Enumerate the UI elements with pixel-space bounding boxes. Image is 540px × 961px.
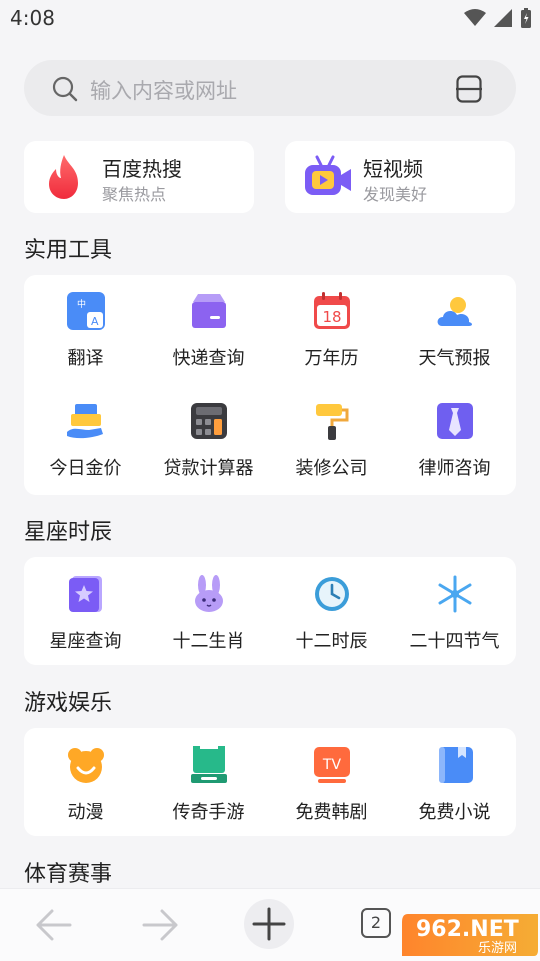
quick-subtitle: 聚焦热点 [102, 185, 167, 204]
tool-label: 装修公司 [295, 458, 368, 479]
search-input[interactable]: 输入内容或网址 [90, 75, 237, 105]
paint-roller-icon [316, 404, 349, 440]
quick-subtitle: 发现美好 [363, 185, 428, 204]
new-tab-button[interactable] [244, 899, 294, 949]
tool-label: 免费小说 [418, 802, 491, 823]
tool-label: 翻译 [67, 348, 104, 369]
tv-badge: TV [322, 757, 342, 773]
tab-count-button[interactable]: 2 [361, 908, 391, 938]
tool-label: 快递查询 [172, 348, 245, 369]
quick-title: 百度热搜 [102, 157, 182, 181]
tool-korean-drama[interactable]: TV 免费韩剧 [270, 746, 393, 846]
status-bar: 4:08 [0, 0, 540, 36]
tool-twelve-hours[interactable]: 十二时辰 [270, 575, 393, 675]
forward-arrow-icon[interactable] [142, 908, 178, 942]
calendar-day: 18 [322, 308, 341, 326]
video-camera-icon [305, 155, 351, 195]
tool-lawyer[interactable]: 律师咨询 [393, 402, 516, 502]
tool-label: 今日金价 [49, 458, 122, 479]
scan-icon[interactable] [456, 75, 482, 103]
games-card: 动漫 传奇手游 TV 免费韩剧 免费小说 [24, 728, 516, 836]
translate-icon: 中 A [67, 292, 105, 330]
search-icon [52, 76, 78, 102]
tool-express[interactable]: 快递查询 [147, 292, 270, 392]
tool-label: 律师咨询 [418, 458, 491, 479]
gold-icon [67, 404, 103, 439]
tool-decoration[interactable]: 装修公司 [270, 402, 393, 502]
tool-gold-price[interactable]: 今日金价 [24, 402, 147, 502]
tool-constellation[interactable]: 星座查询 [24, 575, 147, 675]
game-controller-icon [191, 746, 227, 783]
section-title-tools: 实用工具 [24, 238, 113, 263]
status-time: 4:08 [10, 6, 55, 30]
bear-face-icon [68, 748, 104, 783]
tool-loan-calculator[interactable]: 贷款计算器 [147, 402, 270, 502]
battery-icon [521, 8, 531, 28]
svg-text:A: A [91, 315, 99, 328]
weather-icon [437, 297, 472, 326]
tie-icon [437, 403, 473, 439]
tool-solar-terms[interactable]: 二十四节气 [393, 575, 516, 675]
tv-icon: TV [314, 747, 350, 783]
section-title-sports: 体育赛事 [24, 862, 113, 887]
tool-label: 动漫 [67, 802, 104, 823]
rabbit-icon [195, 575, 223, 612]
watermark-logo: 962.NET 乐游网 [402, 914, 538, 956]
baidu-hot-search-card[interactable]: 百度热搜 聚焦热点 [24, 141, 254, 213]
section-title-games: 游戏娱乐 [24, 691, 113, 716]
tool-label: 传奇手游 [172, 802, 245, 823]
wifi-icon [464, 9, 486, 26]
horoscope-card: 星座查询 十二生肖 十二时辰 二十四节气 [24, 557, 516, 665]
svg-text:中: 中 [77, 298, 86, 310]
back-arrow-icon[interactable] [36, 908, 72, 942]
tools-card: 中 A 翻译 快递查询 18 万年历 天气预报 今日金价 贷款计算器 装修公司 … [24, 275, 516, 495]
tool-label: 天气预报 [418, 348, 491, 369]
tool-label: 贷款计算器 [163, 458, 254, 479]
system-icons [464, 8, 532, 28]
tool-calendar[interactable]: 18 万年历 [270, 292, 393, 392]
calendar-icon: 18 [314, 292, 350, 329]
tool-free-novel[interactable]: 免费小说 [393, 746, 516, 846]
tool-label: 十二时辰 [295, 631, 368, 652]
tool-label: 万年历 [304, 348, 359, 369]
tool-legend-game[interactable]: 传奇手游 [147, 746, 270, 846]
tool-label: 免费韩剧 [295, 802, 368, 823]
tool-translate[interactable]: 中 A 翻译 [24, 292, 147, 392]
short-video-card[interactable]: 短视频 发现美好 [285, 141, 515, 213]
tool-label: 二十四节气 [409, 631, 500, 652]
quick-title: 短视频 [363, 157, 423, 181]
tool-anime[interactable]: 动漫 [24, 746, 147, 846]
snowflake-icon [438, 575, 472, 613]
package-icon [192, 294, 226, 328]
calculator-icon [191, 403, 227, 439]
search-bar[interactable]: 输入内容或网址 [24, 60, 516, 116]
plus-icon [252, 907, 286, 941]
flame-icon [49, 155, 78, 199]
book-icon [439, 747, 473, 783]
watermark-subtext: 乐游网 [478, 941, 517, 956]
watermark-text: 962.NET [416, 917, 519, 942]
tool-weather[interactable]: 天气预报 [393, 292, 516, 392]
tool-label: 星座查询 [49, 631, 122, 652]
section-title-horoscope: 星座时辰 [24, 520, 113, 545]
tool-label: 十二生肖 [172, 631, 245, 652]
tool-zodiac[interactable]: 十二生肖 [147, 575, 270, 675]
star-book-icon [69, 576, 102, 612]
cell-signal-icon [494, 9, 512, 27]
clock-icon [315, 577, 349, 611]
